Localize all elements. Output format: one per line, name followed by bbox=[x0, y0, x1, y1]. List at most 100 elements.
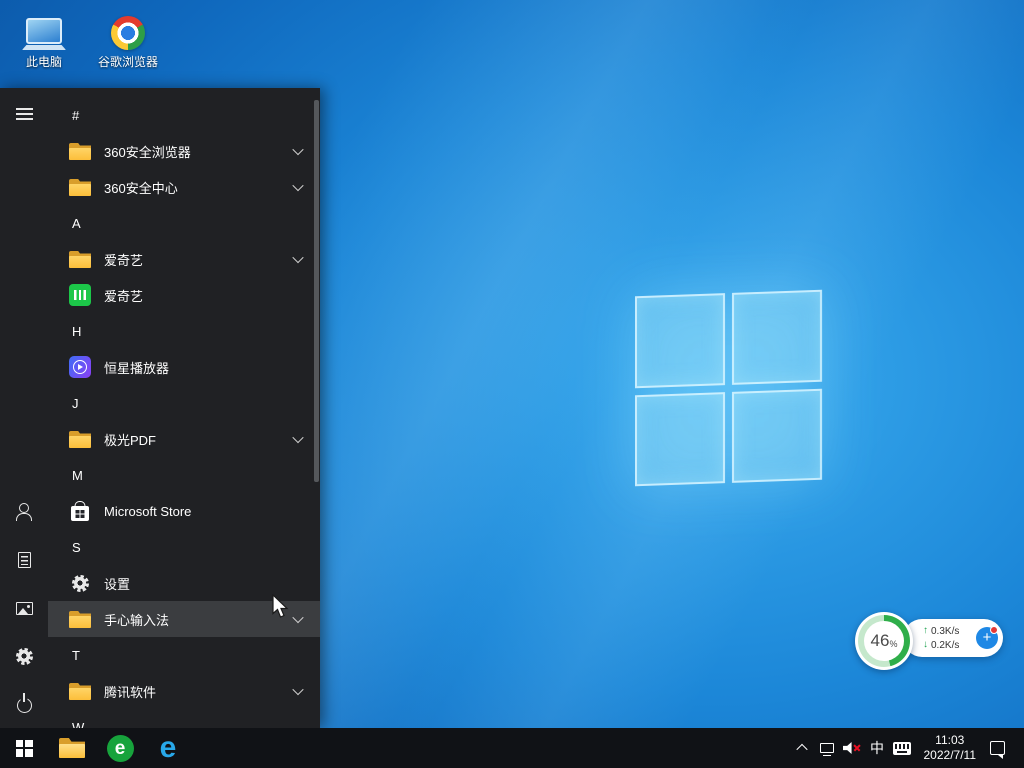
start-item-label: 爱奇艺 bbox=[104, 286, 306, 305]
keyboard-icon bbox=[893, 742, 911, 755]
start-item-iqiyi-folder[interactable]: 爱奇艺 bbox=[48, 241, 320, 277]
browser-e-icon: e bbox=[107, 735, 134, 762]
start-item-tencent-software[interactable]: 腾讯软件 bbox=[48, 673, 320, 709]
start-section-h[interactable]: H bbox=[48, 313, 320, 349]
desktop-icon-label: 谷歌浏览器 bbox=[98, 53, 158, 70]
pictures-icon bbox=[16, 602, 33, 615]
windows-logo-pane bbox=[732, 388, 822, 483]
windows-logo bbox=[635, 290, 822, 487]
section-label: S bbox=[72, 540, 81, 555]
desktop-icon-chrome[interactable]: 谷歌浏览器 bbox=[90, 6, 166, 70]
desktop-icon-area: 此电脑 谷歌浏览器 bbox=[6, 6, 166, 70]
chevron-down-icon[interactable] bbox=[290, 611, 306, 627]
usage-gauge[interactable]: 46 % bbox=[855, 612, 913, 670]
start-section-s[interactable]: S bbox=[48, 529, 320, 565]
plus-icon: + bbox=[983, 629, 992, 646]
start-section-w[interactable]: W bbox=[48, 709, 320, 728]
section-label: W bbox=[72, 720, 84, 729]
start-item-label: 恒星播放器 bbox=[104, 358, 306, 377]
power-icon bbox=[17, 698, 32, 713]
windows-logo-pane bbox=[732, 290, 822, 385]
download-speed: 0.2K/s bbox=[931, 640, 959, 651]
ime-indicator[interactable]: 中 bbox=[865, 728, 890, 768]
start-section-m[interactable]: M bbox=[48, 457, 320, 493]
tray-expand-button[interactable] bbox=[790, 728, 815, 768]
action-center-button[interactable] bbox=[985, 728, 1010, 768]
pictures-button[interactable] bbox=[0, 584, 48, 632]
chevron-down-icon[interactable] bbox=[290, 251, 306, 267]
section-label: M bbox=[72, 468, 83, 483]
start-item-label: Microsoft Store bbox=[104, 504, 306, 519]
start-item-label: 360安全浏览器 bbox=[104, 142, 290, 161]
user-icon bbox=[15, 503, 33, 521]
chevron-down-icon[interactable] bbox=[290, 431, 306, 447]
gear-icon bbox=[16, 648, 33, 665]
folder-icon bbox=[69, 611, 91, 628]
folder-icon bbox=[69, 251, 91, 268]
chrome-icon bbox=[111, 10, 145, 50]
start-section-j[interactable]: J bbox=[48, 385, 320, 421]
browser-green-button[interactable]: e bbox=[96, 728, 144, 768]
section-label: A bbox=[72, 216, 81, 231]
iqiyi-icon bbox=[69, 284, 91, 306]
windows-flag-icon bbox=[76, 510, 85, 518]
settings-button[interactable] bbox=[0, 632, 48, 680]
hamburger-icon bbox=[16, 108, 33, 120]
speed-widget: ↑ 0.3K/s ↓ 0.2K/s + 46 % bbox=[855, 610, 1005, 674]
start-section-t[interactable]: T bbox=[48, 637, 320, 673]
chevron-down-icon[interactable] bbox=[290, 683, 306, 699]
upload-speed: 0.3K/s bbox=[931, 626, 959, 637]
start-item-360-center[interactable]: 360安全中心 bbox=[48, 169, 320, 205]
start-item-shouxin-ime[interactable]: 手心输入法 bbox=[48, 601, 320, 637]
start-menu: # 360安全浏览器 360安全中心 A 爱奇艺 爱奇艺 H bbox=[0, 88, 320, 728]
clock-time: 11:03 bbox=[924, 733, 977, 748]
start-menu-rail bbox=[0, 88, 48, 728]
taskbar-clock[interactable]: 11:03 2022/7/11 bbox=[915, 733, 986, 763]
windows-logo-pane bbox=[635, 392, 725, 487]
start-list-scrollbar[interactable] bbox=[314, 100, 319, 482]
chevron-down-icon[interactable] bbox=[290, 143, 306, 159]
start-item-label: 腾讯软件 bbox=[104, 682, 290, 701]
start-item-stellar-player[interactable]: 恒星播放器 bbox=[48, 349, 320, 385]
start-section-hash[interactable]: # bbox=[48, 97, 320, 133]
power-button[interactable] bbox=[0, 680, 48, 728]
chevron-down-icon[interactable] bbox=[290, 179, 306, 195]
start-item-iqiyi-app[interactable]: 爱奇艺 bbox=[48, 277, 320, 313]
start-item-label: 手心输入法 bbox=[104, 610, 290, 629]
touch-keyboard-button[interactable] bbox=[890, 728, 915, 768]
gauge-percent: 46 bbox=[871, 631, 890, 651]
volume-tray-button[interactable] bbox=[840, 728, 865, 768]
documents-button[interactable] bbox=[0, 536, 48, 584]
this-pc-icon bbox=[22, 10, 66, 50]
edge-browser-button[interactable]: e bbox=[144, 728, 192, 768]
chevron-up-icon bbox=[796, 744, 807, 755]
network-tray-button[interactable] bbox=[815, 728, 840, 768]
start-section-a[interactable]: A bbox=[48, 205, 320, 241]
ime-label: 中 bbox=[870, 738, 884, 758]
volume-muted-icon bbox=[843, 741, 861, 755]
network-speed-panel[interactable]: ↑ 0.3K/s ↓ 0.2K/s + bbox=[903, 619, 1003, 657]
gauge-percent-unit: % bbox=[889, 639, 897, 649]
add-button[interactable]: + bbox=[976, 627, 998, 649]
file-explorer-button[interactable] bbox=[48, 728, 96, 768]
start-button[interactable] bbox=[0, 728, 48, 768]
edge-e-icon: e bbox=[160, 733, 177, 763]
start-app-list: # 360安全浏览器 360安全中心 A 爱奇艺 爱奇艺 H bbox=[48, 88, 320, 728]
desktop-icon-this-pc[interactable]: 此电脑 bbox=[6, 6, 82, 70]
start-item-settings[interactable]: 设置 bbox=[48, 565, 320, 601]
taskbar-apps: e e bbox=[0, 728, 192, 768]
hamburger-menu-button[interactable] bbox=[0, 92, 48, 136]
folder-icon bbox=[59, 738, 85, 758]
desktop-icon-label: 此电脑 bbox=[26, 53, 62, 70]
gear-icon bbox=[72, 575, 89, 592]
section-label: # bbox=[72, 108, 79, 123]
start-item-microsoft-store[interactable]: Microsoft Store bbox=[48, 493, 320, 529]
stellar-player-icon bbox=[69, 356, 91, 378]
start-item-jiguang-pdf[interactable]: 极光PDF bbox=[48, 421, 320, 457]
start-item-label: 爱奇艺 bbox=[104, 250, 290, 269]
folder-icon bbox=[69, 143, 91, 160]
folder-icon bbox=[69, 431, 91, 448]
user-account-button[interactable] bbox=[0, 488, 48, 536]
document-icon bbox=[18, 552, 31, 568]
start-item-360-browser[interactable]: 360安全浏览器 bbox=[48, 133, 320, 169]
